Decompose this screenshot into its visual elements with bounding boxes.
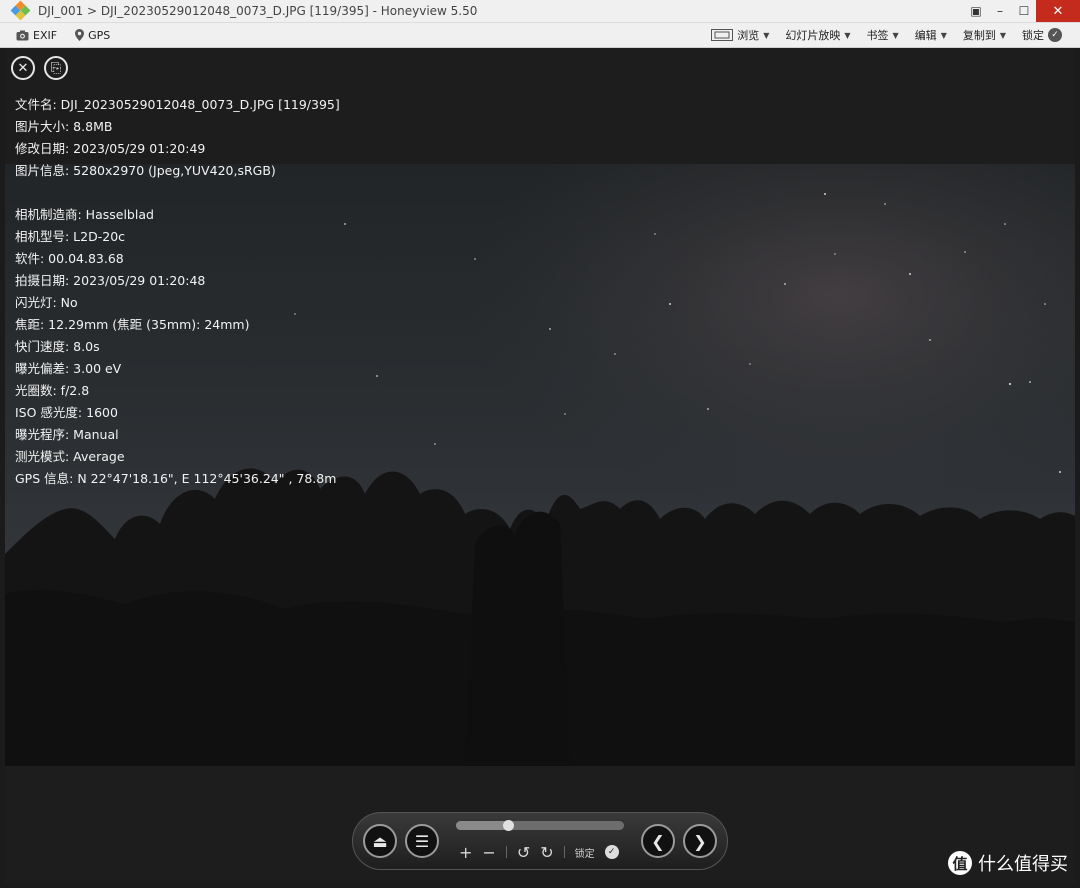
next-button[interactable]: ❯ bbox=[683, 824, 717, 858]
info-focal: 焦距: 12.29mm (焦距 (35mm): 24mm) bbox=[15, 317, 250, 332]
rotate-right-button[interactable]: ↻ bbox=[540, 843, 553, 862]
caret-down-icon: ▼ bbox=[844, 30, 851, 40]
window-title: DJI_001 > DJI_20230529012048_0073_D.JPG … bbox=[38, 4, 478, 18]
info-iso: ISO 感光度: 1600 bbox=[15, 405, 118, 420]
watermark-logo-icon: 值 bbox=[948, 851, 972, 875]
title-bar: DJI_001 > DJI_20230529012048_0073_D.JPG … bbox=[0, 0, 1080, 23]
info-size: 图片大小: 8.8MB bbox=[15, 119, 113, 134]
image-position-slider[interactable] bbox=[456, 820, 624, 831]
zoom-in-button[interactable]: + bbox=[459, 843, 472, 862]
close-info-button[interactable]: ✕ bbox=[11, 56, 35, 80]
check-icon[interactable]: ✓ bbox=[604, 845, 619, 859]
info-program: 曝光程序: Manual bbox=[15, 427, 119, 442]
bookmark-label: 书签 bbox=[866, 29, 889, 42]
maximize-button[interactable]: ☐ bbox=[1012, 0, 1036, 22]
app-logo-icon bbox=[10, 0, 31, 21]
slider-fill bbox=[456, 821, 509, 830]
image-viewer: ✕ ⎘ 文件名: DJI_20230529012048_0073_D.JPG [… bbox=[5, 48, 1075, 884]
browse-menu[interactable]: 浏览 ▼ bbox=[711, 27, 769, 43]
previous-button[interactable]: ❮ bbox=[641, 824, 675, 858]
zoom-out-button[interactable]: − bbox=[482, 843, 495, 862]
slideshow-menu[interactable]: 幻灯片放映 ▼ bbox=[785, 27, 850, 43]
bookmark-menu[interactable]: 书签 ▼ bbox=[867, 27, 899, 43]
exif-button[interactable]: EXIF bbox=[16, 29, 57, 42]
rotate-left-button[interactable]: ↺ bbox=[517, 843, 530, 862]
fullscreen-button[interactable]: ▣ bbox=[964, 0, 988, 22]
info-filename: 文件名: DJI_20230529012048_0073_D.JPG [119/… bbox=[15, 97, 340, 112]
check-icon: ✓ bbox=[1048, 28, 1062, 42]
info-flash: 闪光灯: No bbox=[15, 295, 78, 310]
caret-down-icon: ▼ bbox=[940, 30, 947, 40]
info-aperture: 光圈数: f/2.8 bbox=[15, 383, 90, 398]
slider-thumb[interactable] bbox=[503, 820, 515, 831]
toolbar: EXIF GPS 浏览 ▼ 幻灯片放映 ▼ 书签 ▼ 编辑 ▼ 复制到 ▼ 锁定… bbox=[0, 23, 1080, 48]
minimize-button[interactable]: – bbox=[988, 0, 1012, 22]
copy-info-button[interactable]: ⎘ bbox=[44, 56, 68, 80]
lock-toggle[interactable]: 锁定 ✓ bbox=[1022, 27, 1062, 43]
info-metering: 测光模式: Average bbox=[15, 449, 125, 464]
info-image-info: 图片信息: 5280x2970 (Jpeg,YUV420,sRGB) bbox=[15, 163, 276, 178]
watermark-text: 什么值得买 bbox=[978, 854, 1068, 875]
camera-icon bbox=[16, 30, 29, 40]
info-exposure-bias: 曝光偏差: 3.00 eV bbox=[15, 361, 122, 376]
info-shot-date: 拍摄日期: 2023/05/29 01:20:48 bbox=[15, 273, 206, 288]
copy-label: 复制到 bbox=[962, 29, 996, 42]
divider bbox=[505, 846, 507, 858]
info-model: 相机型号: L2D-20c bbox=[15, 229, 126, 244]
edit-menu[interactable]: 编辑 ▼ bbox=[915, 27, 947, 43]
map-pin-icon bbox=[75, 29, 85, 41]
browse-label: 浏览 bbox=[737, 29, 760, 42]
gps-label: GPS bbox=[88, 28, 111, 42]
copy-to-menu[interactable]: 复制到 ▼ bbox=[963, 27, 1006, 43]
exif-info-panel: 文件名: DJI_20230529012048_0073_D.JPG [119/… bbox=[15, 94, 340, 490]
close-window-button[interactable]: ✕ bbox=[1036, 0, 1080, 22]
eject-button[interactable]: ⏏ bbox=[363, 824, 397, 858]
watermark: 值 什么值得买 bbox=[948, 850, 1068, 876]
window-controls: ▣ – ☐ ✕ bbox=[964, 0, 1080, 22]
caret-down-icon: ▼ bbox=[999, 30, 1006, 40]
playback-control-bar: ⏏ ☰ + − ↺ ↻ 锁定 ✓ ❮ ❯ bbox=[352, 812, 728, 870]
filmstrip-icon bbox=[711, 29, 734, 41]
slideshow-label: 幻灯片放映 bbox=[785, 29, 841, 42]
edit-label: 编辑 bbox=[914, 29, 937, 42]
info-shutter: 快门速度: 8.0s bbox=[15, 339, 100, 354]
gps-button[interactable]: GPS bbox=[75, 29, 110, 42]
info-maker: 相机制造商: Hasselblad bbox=[15, 207, 154, 222]
divider bbox=[563, 846, 565, 858]
info-software: 软件: 00.04.83.68 bbox=[15, 251, 124, 266]
info-gps: GPS 信息: N 22°47'18.16", E 112°45'36.24" … bbox=[15, 471, 337, 486]
small-controls: + − ↺ ↻ 锁定 ✓ bbox=[459, 841, 619, 863]
exif-label: EXIF bbox=[33, 28, 58, 42]
menu-button[interactable]: ☰ bbox=[405, 824, 439, 858]
info-modified: 修改日期: 2023/05/29 01:20:49 bbox=[15, 141, 206, 156]
lock-label: 锁定 bbox=[1022, 29, 1044, 42]
lock-label: 锁定 bbox=[574, 848, 595, 860]
caret-down-icon: ▼ bbox=[763, 30, 770, 40]
caret-down-icon: ▼ bbox=[892, 30, 899, 40]
